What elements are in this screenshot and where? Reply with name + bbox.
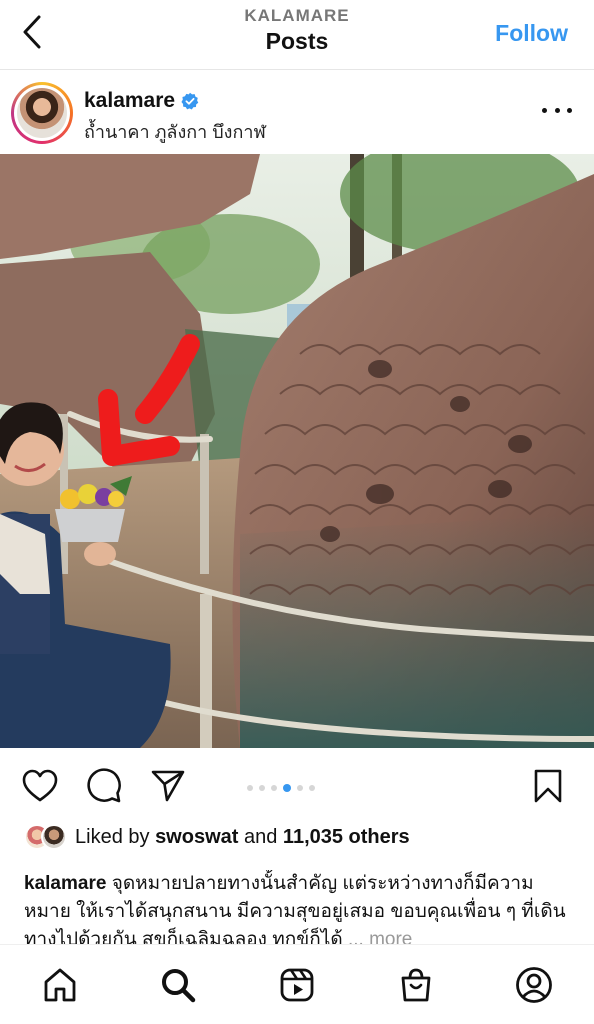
post-caption: kalamare จุดหมายปลายทางนั้นสำคัญ แต่ระหว… (24, 870, 570, 948)
more-dot-icon (542, 107, 547, 113)
post-header: kalamare ถ้ำนาคา ภูลังกา บึงกาฬ (0, 72, 594, 154)
more-dot-icon (567, 107, 572, 113)
likes-count[interactable]: 11,035 others (283, 826, 410, 848)
liker-avatar[interactable] (41, 824, 67, 850)
caption-text: จุดหมายปลายทางนั้นสำคัญ แต่ระหว่างทางก็ม… (24, 873, 566, 948)
carousel-dot (259, 785, 265, 791)
likes-prefix: Liked by (75, 825, 150, 848)
liker-username[interactable]: swoswat (155, 826, 238, 848)
search-icon (162, 969, 196, 1003)
heart-icon (22, 769, 58, 802)
caption-username[interactable]: kalamare (24, 873, 106, 894)
likes-text: Liked by swoswat and 11,035 others (75, 826, 410, 849)
post-username[interactable]: kalamare (84, 89, 175, 113)
top-bar: KALAMARE Posts Follow (0, 0, 594, 70)
post-location[interactable]: ถ้ำนาคา ภูลังกา บึงกาฬ (84, 117, 266, 146)
carousel-dot (297, 785, 303, 791)
more-dot-icon (554, 107, 560, 113)
likes-middle: and (243, 825, 278, 848)
post-photo-illustration (0, 154, 594, 748)
carousel-dot-active (283, 784, 291, 792)
nav-search[interactable] (158, 965, 198, 1005)
share-button[interactable] (148, 766, 188, 806)
carousel-indicator (247, 784, 315, 792)
reels-icon (280, 968, 314, 1002)
bottom-nav (0, 944, 594, 1024)
comment-icon (87, 768, 121, 803)
carousel-dot (271, 785, 277, 791)
nav-reels[interactable] (277, 965, 317, 1005)
follow-button[interactable]: Follow (495, 20, 568, 47)
username-row: kalamare (84, 89, 199, 113)
avatar[interactable] (11, 82, 73, 144)
post-actions (0, 760, 594, 814)
profile-icon (516, 967, 552, 1003)
avatar-image (17, 88, 67, 138)
nav-shop[interactable] (396, 965, 436, 1005)
carousel-dot (309, 785, 315, 791)
save-button[interactable] (528, 766, 568, 806)
comment-button[interactable] (84, 766, 124, 806)
verified-badge-icon (181, 92, 199, 110)
like-button[interactable] (20, 766, 60, 806)
bookmark-icon (534, 769, 562, 803)
carousel-dot (247, 785, 253, 791)
home-icon (44, 968, 76, 1002)
shop-icon (401, 968, 431, 1002)
more-options-button[interactable] (542, 100, 572, 120)
post-photo[interactable] (0, 154, 594, 748)
likes-row: Liked by swoswat and 11,035 others (24, 824, 410, 850)
nav-home[interactable] (40, 965, 80, 1005)
send-icon (151, 770, 185, 802)
avatar-frame (14, 85, 70, 141)
nav-profile[interactable] (514, 965, 554, 1005)
